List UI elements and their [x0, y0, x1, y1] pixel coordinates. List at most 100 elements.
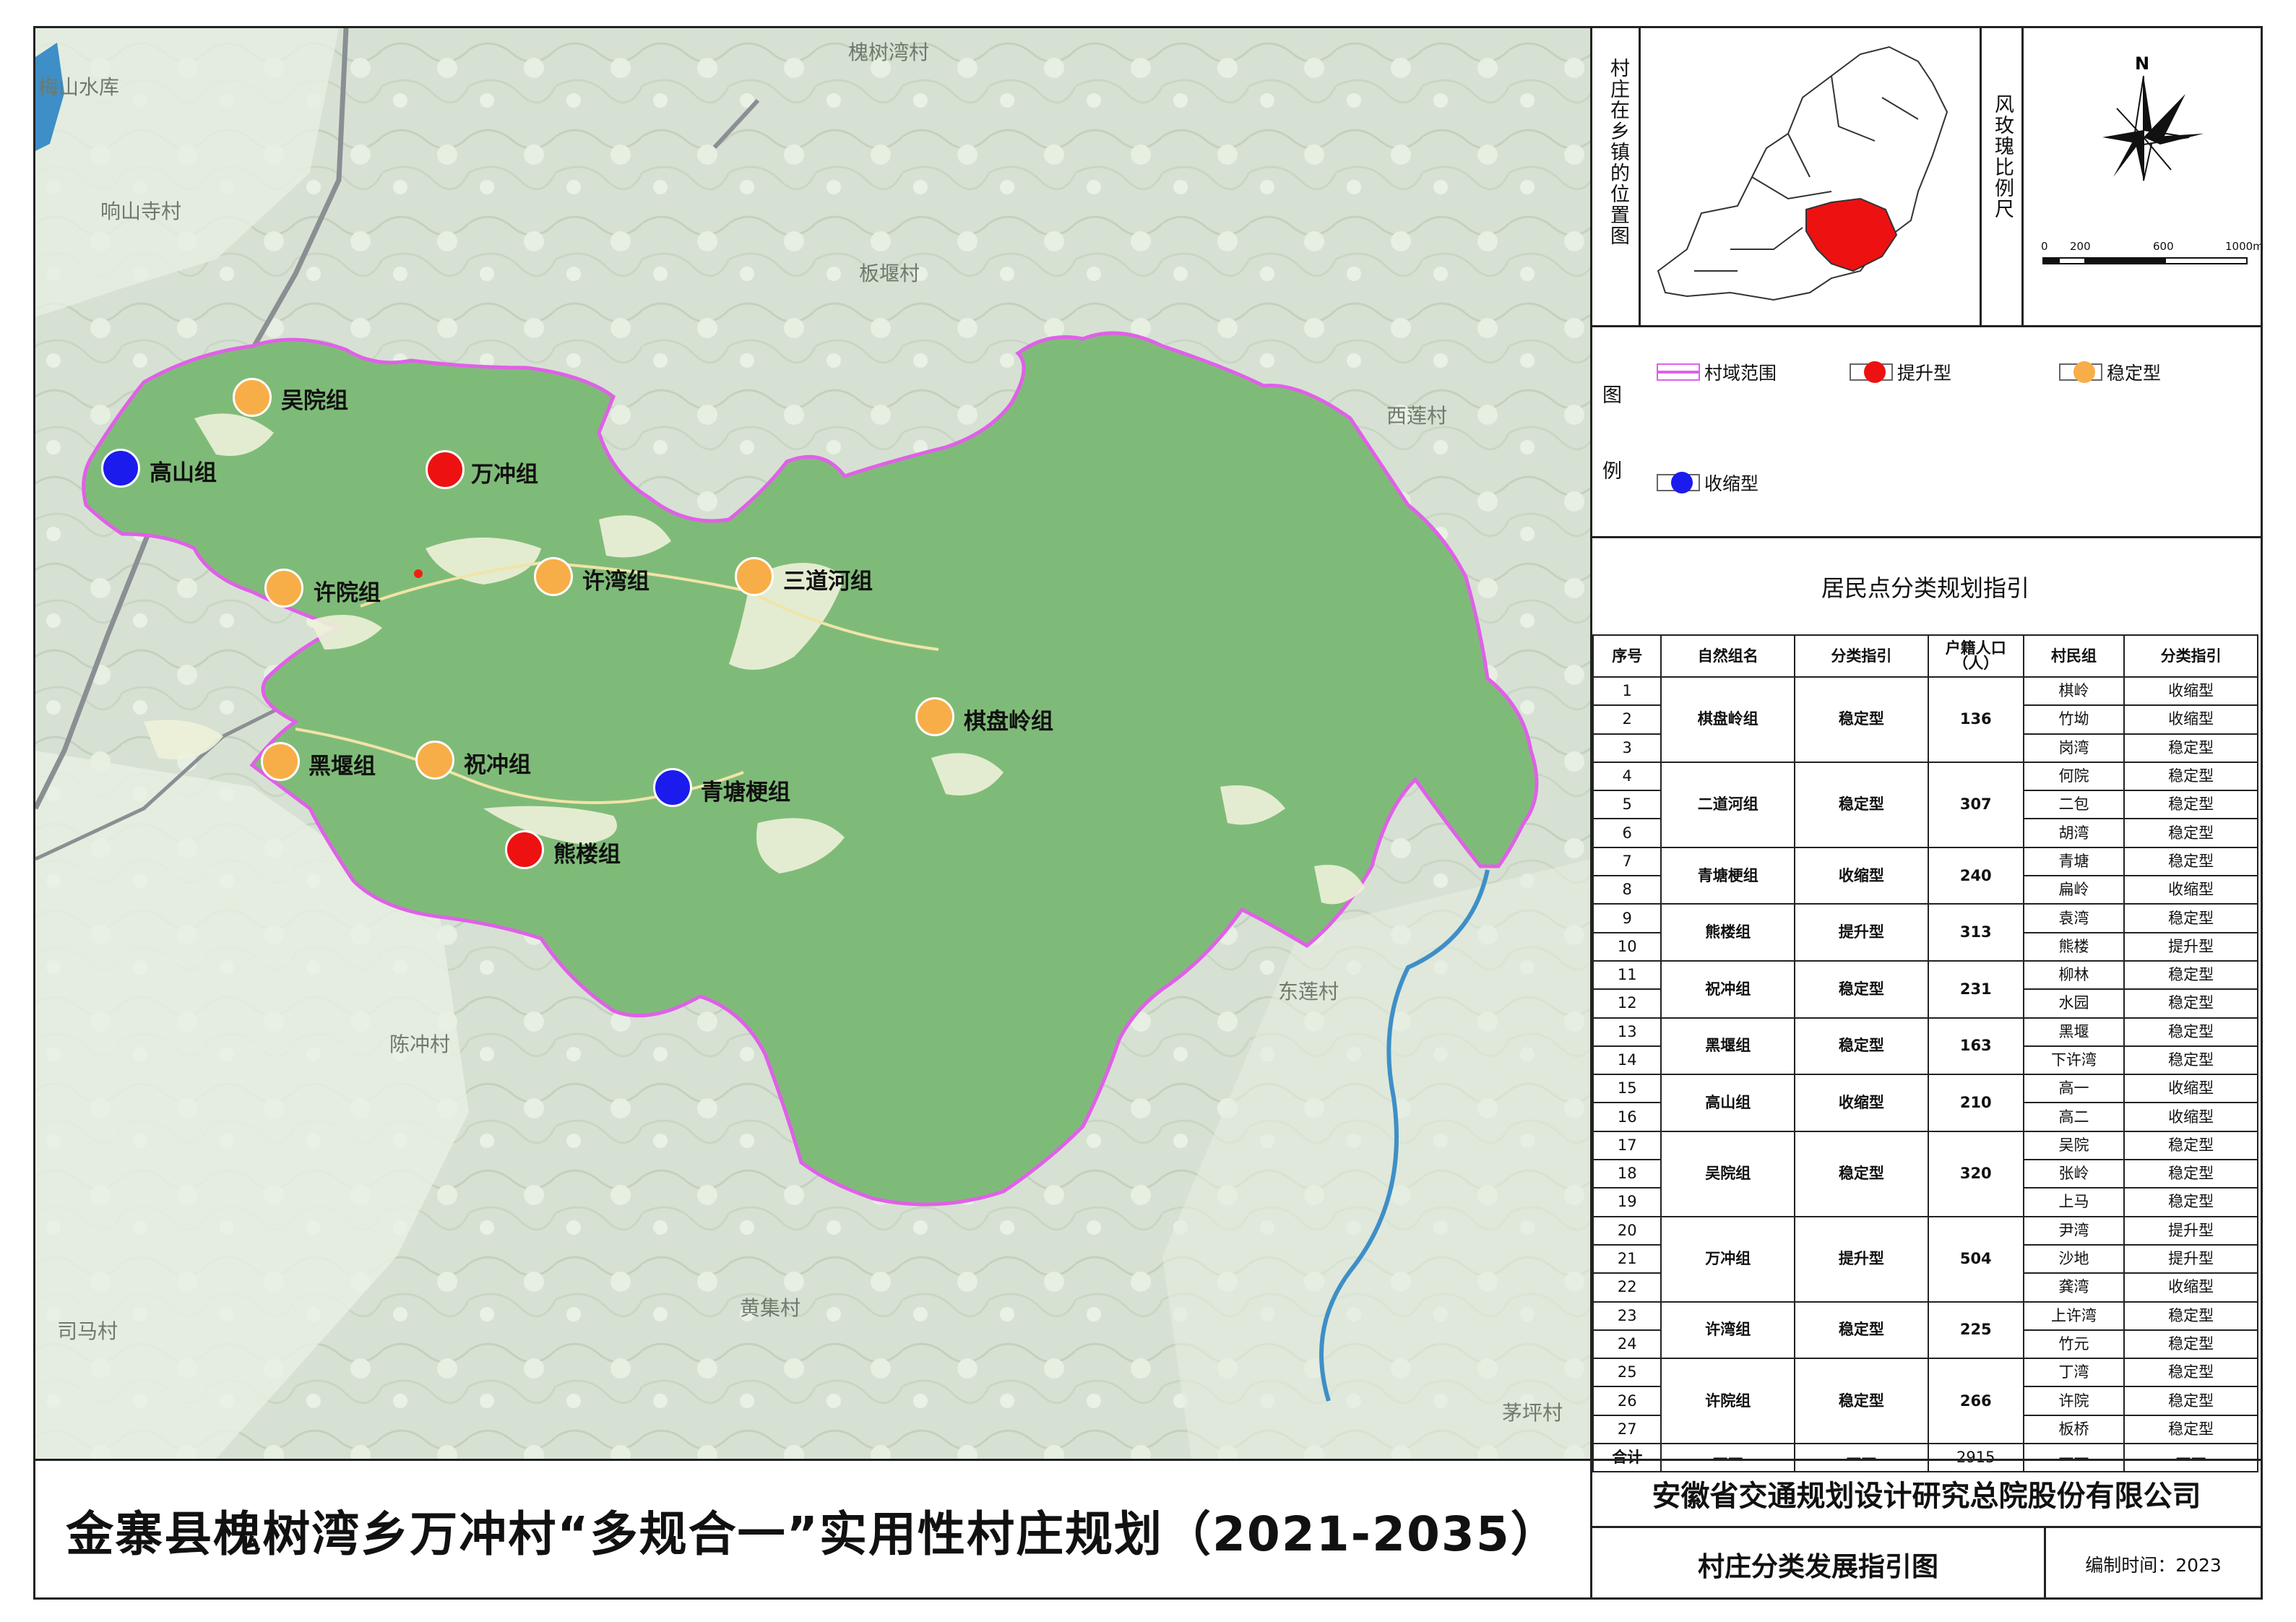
table-cell: 高山组 [1660, 1074, 1796, 1132]
table-cell: 张岭 [2022, 1159, 2125, 1189]
table-cell: 胡湾 [2022, 818, 2125, 848]
table-cell: 266 [1927, 1358, 2024, 1445]
table-cell: 稳定型 [2123, 1358, 2258, 1388]
group-marker-upgrade[interactable] [505, 830, 544, 869]
table-cell: 17 [1592, 1130, 1662, 1161]
table-cell: 许湾组 [1660, 1300, 1796, 1360]
table-cell: 提升型 [1794, 903, 1929, 962]
group-marker-stable[interactable] [264, 569, 303, 608]
table-cell: 高一 [2022, 1074, 2125, 1104]
neighbor-label: 司马村 [57, 1319, 118, 1343]
table-cell: 二道河组 [1660, 761, 1796, 848]
table-cell: 收缩型 [1794, 846, 1929, 905]
table-row: 25 许院组 稳定型 266 丁湾 稳定型 [1592, 1358, 2258, 1445]
map-subtitle: 村庄分类发展指引图 [1698, 1550, 1938, 1582]
table-cell: 袁湾 [2022, 903, 2125, 933]
table-cell: 313 [1927, 903, 2024, 962]
map-canvas[interactable]: 槐树湾村 梅山水库 响山寺村 板堰村 西莲村 东莲村 陈冲村 黄集村 司马村 茅… [35, 28, 1590, 1459]
legend-item-stable: 稳定型 [2059, 359, 2161, 385]
table-cell: 27 [1592, 1414, 1662, 1445]
table-cell: 稳定型 [2123, 1017, 2258, 1047]
table-row: 4 二道河组 稳定型 307 何院 稳定型 [1592, 761, 2258, 848]
group-marker-stable[interactable] [415, 741, 454, 780]
table-cell: 22 [1592, 1272, 1662, 1303]
group-label: 三道河组 [783, 569, 873, 595]
table-cell: 136 [1927, 676, 2024, 763]
locator-map [1657, 46, 1948, 301]
table-cell: 23 [1592, 1300, 1662, 1331]
table-cell: 稳定型 [2123, 818, 2258, 848]
table-cell: 11 [1592, 959, 1662, 991]
table-row: 20 万冲组 提升型 504 尹湾 提升型 [1592, 1215, 2258, 1303]
group-label: 吴院组 [281, 388, 348, 414]
table-cell: 上马 [2022, 1187, 2125, 1217]
table-row: 9 熊楼组 提升型 313 袁湾 稳定型 [1592, 903, 2258, 962]
table-cell: 5 [1592, 790, 1662, 820]
group-marker-stable[interactable] [261, 742, 300, 781]
table-cell: 320 [1927, 1130, 2024, 1217]
group-marker-shrink[interactable] [101, 449, 140, 488]
table-cell: 稳定型 [1794, 1300, 1929, 1360]
table-cell: 竹元 [2022, 1329, 2125, 1360]
table-cell: 18 [1592, 1159, 1662, 1189]
col-header: 自然组名 [1660, 634, 1796, 678]
group-marker-stable[interactable] [534, 557, 573, 596]
table-cell: 231 [1927, 959, 2024, 1019]
north-marker: N [2135, 53, 2149, 74]
table-cell: 8 [1592, 875, 1662, 905]
group-marker-upgrade[interactable] [426, 450, 465, 489]
table-cell: 21 [1592, 1243, 1662, 1274]
group-label: 许湾组 [582, 569, 649, 595]
table-row: 23 许湾组 稳定型 225 上许湾 稳定型 [1592, 1300, 2258, 1360]
neighbor-label: 黄集村 [740, 1296, 801, 1320]
table-cell: 收缩型 [2123, 676, 2258, 707]
table-cell: 稳定型 [1794, 676, 1929, 763]
table-cell: 9 [1592, 903, 1662, 933]
table-cell: 青塘 [2022, 846, 2125, 877]
neighbor-label: 槐树湾村 [848, 40, 930, 64]
table-cell: 稳定型 [2123, 1187, 2258, 1217]
table-title: 居民点分类规划指引 [1821, 574, 2029, 602]
table-cell: 稳定型 [1794, 761, 1929, 848]
table-cell: 4 [1592, 761, 1662, 792]
table-cell: 稳定型 [2123, 1329, 2258, 1360]
table-cell: 3 [1592, 733, 1662, 763]
group-label: 青塘梗组 [701, 780, 790, 806]
col-header: 户籍人口（人） [1927, 634, 2024, 678]
neighbor-label: 板堰村 [859, 262, 920, 285]
table-row: 1 棋盘岭组 稳定型 136 棋岭 收缩型 [1592, 676, 2258, 763]
table-cell: 稳定型 [2123, 790, 2258, 820]
company-name: 安徽省交通规划设计研究总院股份有限公司 [1652, 1480, 2201, 1513]
table-row: 11 祝冲组 稳定型 231 柳林 稳定型 [1592, 959, 2258, 1019]
table-row: 7 青塘梗组 收缩型 240 青塘 稳定型 [1592, 846, 2258, 905]
table-cell: 扁岭 [2022, 875, 2125, 905]
locator-label: 村庄在乡镇的位置图 [1607, 58, 1629, 246]
table-cell: 13 [1592, 1017, 1662, 1047]
table-cell: 吴院组 [1660, 1130, 1796, 1217]
legend-label: 图 [1602, 384, 1622, 407]
table-cell: 稳定型 [1794, 1017, 1929, 1076]
table-cell: 熊楼 [2022, 931, 2125, 962]
table-cell: 收缩型 [2123, 1074, 2258, 1104]
table-cell: 19 [1592, 1187, 1662, 1217]
group-marker-stable[interactable] [915, 697, 954, 736]
map-svg [35, 28, 1590, 1459]
table-cell: 尹湾 [2022, 1215, 2125, 1246]
neighbor-label: 西莲村 [1386, 404, 1448, 428]
table-cell: 稳定型 [2123, 903, 2258, 933]
group-marker-stable[interactable] [233, 378, 272, 417]
neighbor-label: 梅山水库 [38, 75, 120, 99]
table-cell: 504 [1927, 1215, 2024, 1303]
group-marker-shrink[interactable] [653, 768, 692, 807]
group-marker-stable[interactable] [735, 557, 774, 596]
group-label: 万冲组 [471, 462, 538, 488]
table-cell: 许院组 [1660, 1358, 1796, 1445]
table-cell: 提升型 [2123, 1243, 2258, 1274]
table-cell: 稳定型 [2123, 733, 2258, 763]
neighbor-label: 响山寺村 [100, 199, 182, 223]
table-cell: 稳定型 [1794, 1130, 1929, 1217]
table-cell: 提升型 [2123, 931, 2258, 962]
page-title: 金寨县槐树湾乡万冲村“多规合一”实用性村庄规划（2021-2035） [66, 1506, 1560, 1562]
table-cell: 稳定型 [2123, 1045, 2258, 1076]
table-cell: 板桥 [2022, 1414, 2125, 1445]
